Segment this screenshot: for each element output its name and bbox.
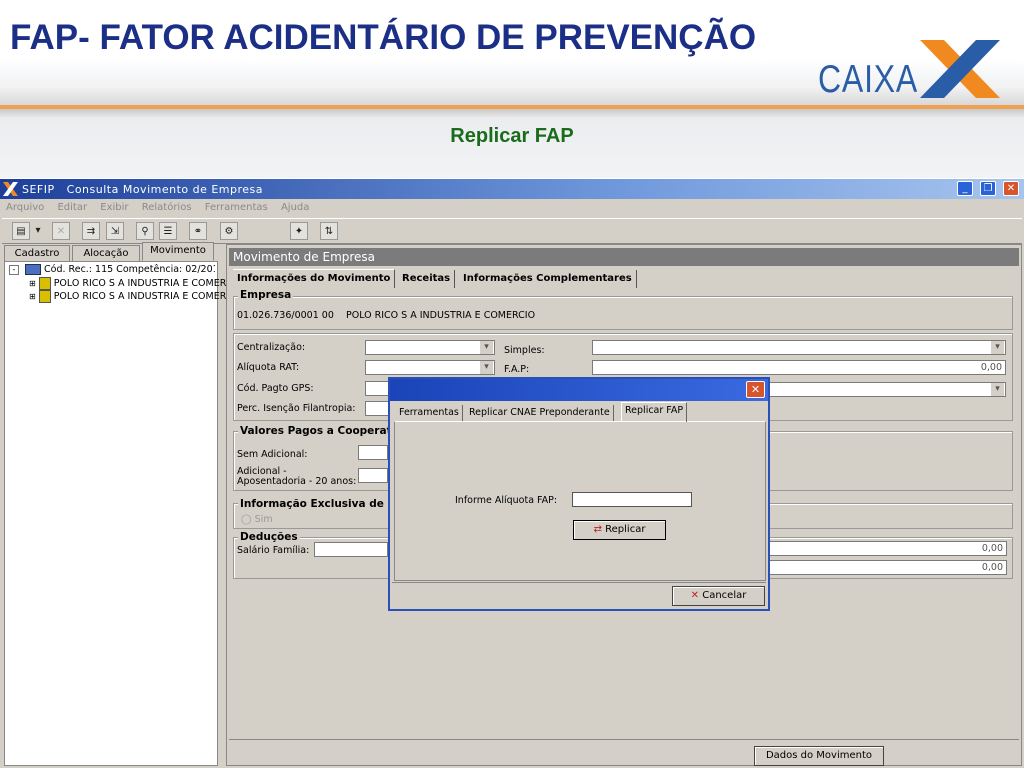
- tree-item[interactable]: ⊞ POLO RICO S A INDUSTRIA E COMERCIO: [29, 277, 235, 290]
- cancel-x-icon: ✕: [690, 590, 700, 601]
- menu-ferramentas[interactable]: Ferramentas: [205, 202, 268, 213]
- calculate-icon[interactable]: ⚙: [220, 222, 238, 240]
- window-titlebar: SEFIP Consulta Movimento de Empresa _ ❐ …: [0, 179, 1024, 199]
- aposentadoria-label: Aposentadoria - 20 anos:: [237, 476, 357, 487]
- perc-isencao-label: Perc. Isenção Filantropia:: [237, 403, 356, 414]
- menu-relatorios[interactable]: Relatórios: [142, 202, 192, 213]
- aliquota-fap-input[interactable]: [572, 492, 692, 507]
- fap-field[interactable]: 0,00: [592, 360, 1006, 375]
- menu-ajuda[interactable]: Ajuda: [281, 202, 309, 213]
- toolbar: ▤ ▾ ✕ ⇉ ⇲ ⚲ ☰ ⚭ ⚙ ✦ ⇅: [2, 218, 1022, 244]
- properties-icon[interactable]: ⚲: [136, 222, 154, 240]
- sem-adicional-label: Sem Adicional:: [237, 449, 308, 460]
- exclusiva-sim-radio[interactable]: ◯ Sim: [241, 514, 273, 525]
- search-binoculars-icon[interactable]: ⚭: [189, 222, 207, 240]
- header-shadow-band: [0, 109, 1024, 119]
- tab-informacoes-movimento[interactable]: Informações do Movimento: [233, 269, 396, 288]
- building-icon: [38, 277, 51, 290]
- replicar-icon: ⇄: [593, 524, 602, 535]
- move-icon[interactable]: ⇉: [82, 222, 100, 240]
- menu-arquivo[interactable]: Arquivo: [6, 202, 44, 213]
- salario-familia-field[interactable]: [314, 542, 388, 557]
- slide-subtitle: Replicar FAP: [450, 125, 574, 147]
- empresa-info: 01.026.736/0001 00 POLO RICO S A INDUSTR…: [237, 310, 536, 321]
- new-document-icon[interactable]: ▤: [12, 222, 30, 240]
- building-icon: [38, 290, 51, 303]
- fap-label: F.A.P:: [504, 364, 530, 375]
- simples-label: Simples:: [504, 345, 545, 356]
- panel-title: Movimento de Empresa: [229, 248, 1019, 266]
- aliquota-rat-label: Alíquota RAT:: [237, 362, 300, 373]
- computer-icon: [25, 264, 42, 275]
- sem-adicional-field[interactable]: [358, 445, 388, 460]
- valores-label: Valores Pagos a Cooperat: [238, 425, 392, 437]
- fpas-select[interactable]: [767, 382, 1006, 397]
- dados-movimento-button[interactable]: Dados do Movimento: [754, 746, 884, 766]
- minimize-button[interactable]: _: [957, 181, 973, 196]
- dialog-tab-replicar-fap[interactable]: Replicar FAP: [621, 402, 688, 422]
- movement-tree: - Cód. Rec.: 115 Competência: 02/2010 ⊞ P…: [4, 261, 235, 766]
- aliquota-fap-label: Informe Alíquota FAP:: [455, 495, 558, 506]
- slide-title: FAP- FATOR ACIDENTÁRIO DE PREVENÇÃO: [10, 18, 757, 57]
- caixa-x-logo-icon: [920, 40, 1000, 98]
- menu-editar[interactable]: Editar: [57, 202, 87, 213]
- bottom-divider: [229, 739, 1019, 740]
- dialog-tab-replicar-cnae[interactable]: Replicar CNAE Preponderante: [466, 405, 614, 421]
- deducao-value-2[interactable]: 0,00: [767, 560, 1007, 575]
- salario-familia-label: Salário Família:: [237, 545, 310, 556]
- sort-icon[interactable]: ⇅: [320, 222, 338, 240]
- tab-movimento[interactable]: Movimento: [142, 242, 214, 261]
- dialog-close-button[interactable]: ✕: [746, 381, 765, 398]
- import-icon[interactable]: ⇲: [106, 222, 124, 240]
- dialog-tab-ferramentas[interactable]: Ferramentas: [396, 405, 463, 421]
- replicar-dialog: ✕ Ferramentas Replicar CNAE Preponderant…: [388, 377, 770, 611]
- cancelar-button[interactable]: ✕ Cancelar: [672, 586, 765, 606]
- menu-exibir[interactable]: Exibir: [100, 202, 128, 213]
- tree-item[interactable]: ⊞ POLO RICO S A INDUSTRIA E COMERCIO: [29, 290, 235, 303]
- tab-cadastro[interactable]: Cadastro: [4, 245, 70, 261]
- deducao-value-1[interactable]: 0,00: [767, 541, 1007, 556]
- execute-icon[interactable]: ✦: [290, 222, 308, 240]
- dialog-titlebar: ✕: [390, 379, 768, 401]
- window-close-button[interactable]: ✕: [1003, 181, 1019, 196]
- dropdown-arrow-icon[interactable]: ▾: [32, 222, 44, 240]
- tree-root[interactable]: - Cód. Rec.: 115 Competência: 02/2010: [9, 264, 215, 275]
- adicional-field[interactable]: [358, 468, 388, 483]
- list-icon[interactable]: ☰: [159, 222, 177, 240]
- empresa-label: Empresa: [238, 289, 294, 301]
- caixa-logo-text: CAIXA: [818, 58, 919, 101]
- deducoes-label: Deduções: [238, 531, 300, 543]
- centralizacao-select[interactable]: [365, 340, 495, 355]
- tab-receitas[interactable]: Receitas: [398, 270, 456, 288]
- restore-button[interactable]: ❐: [980, 181, 996, 196]
- aliquota-rat-select[interactable]: [365, 360, 495, 375]
- exclusiva-label: Informação Exclusiva de O: [238, 498, 392, 510]
- dialog-divider: [392, 582, 766, 583]
- delete-icon[interactable]: ✕: [52, 222, 70, 240]
- replicar-button[interactable]: ⇄ Replicar: [573, 520, 666, 540]
- cod-pagto-gps-label: Cód. Pagto GPS:: [237, 383, 314, 394]
- tab-informacoes-complementares[interactable]: Informações Complementares: [459, 270, 637, 288]
- centralizacao-label: Centralização:: [237, 342, 306, 353]
- simples-select[interactable]: [592, 340, 1006, 355]
- tab-alocacao[interactable]: Alocação: [72, 245, 140, 261]
- sefip-app-icon: [3, 182, 18, 196]
- menu-bar: Arquivo Editar Exibir Relatórios Ferrame…: [0, 199, 1024, 217]
- window-title: SEFIP Consulta Movimento de Empresa: [22, 183, 264, 196]
